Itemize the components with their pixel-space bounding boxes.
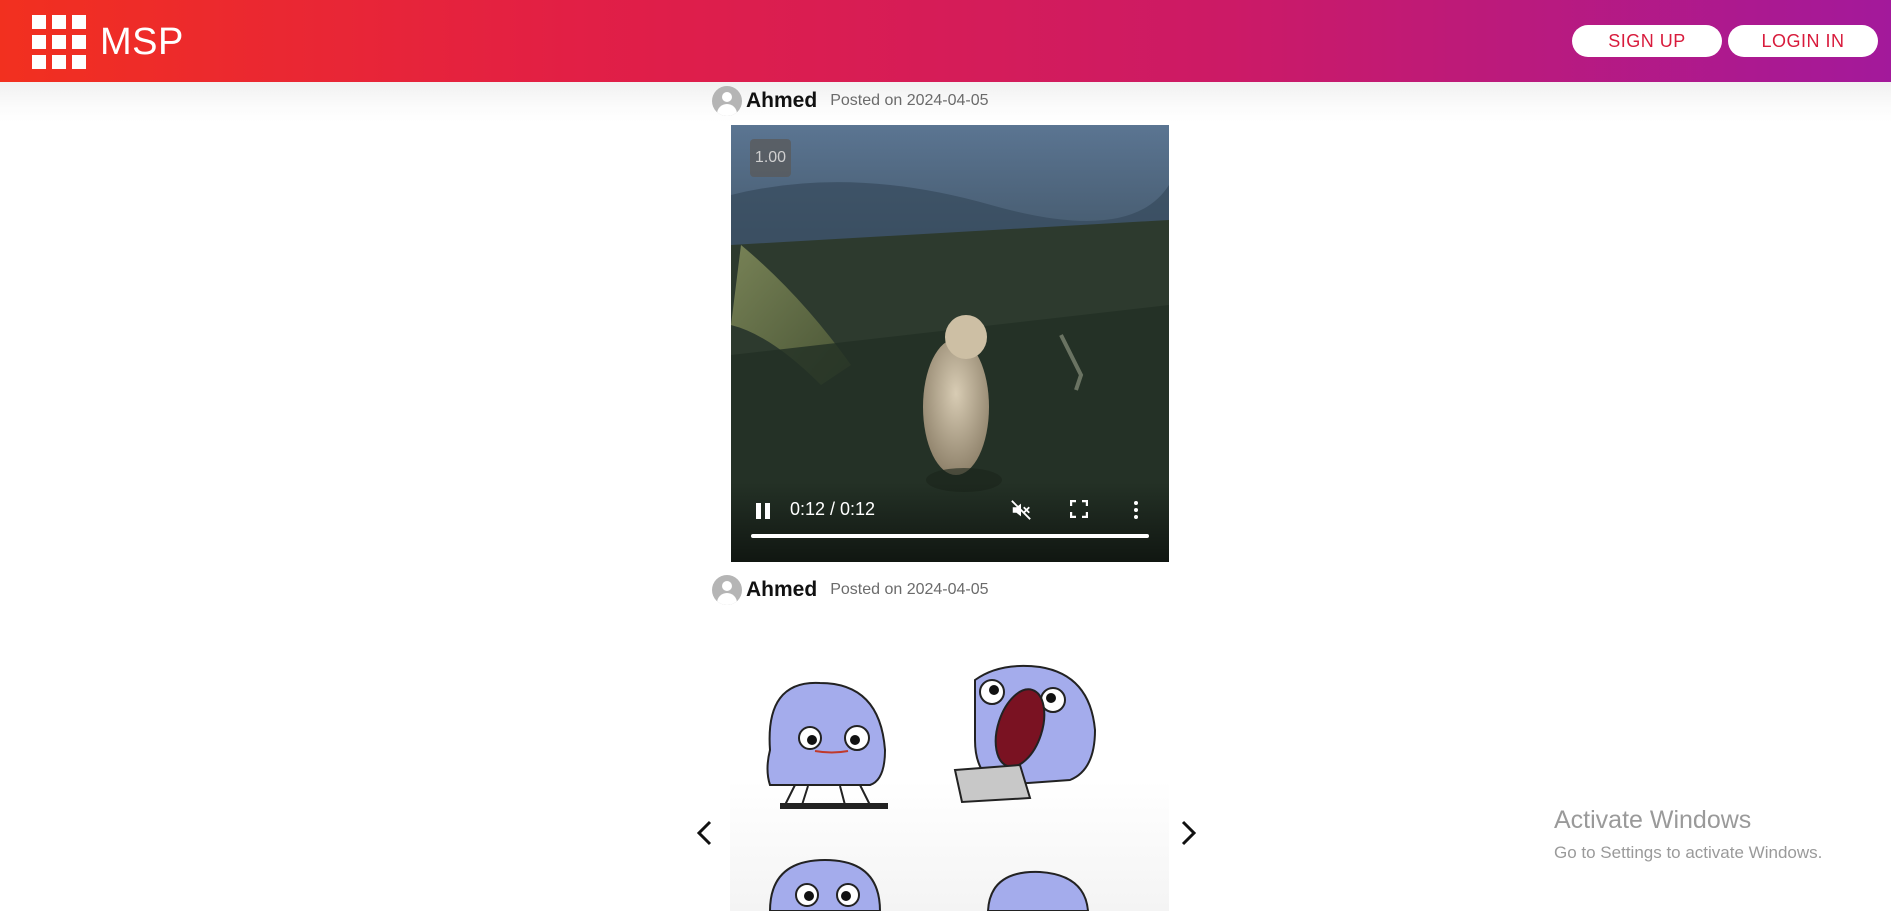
watermark-subtitle: Go to Settings to activate Windows. [1554, 843, 1823, 862]
video-time: 0:12 / 0:12 [790, 499, 876, 519]
chevron-left-icon[interactable] [690, 818, 720, 848]
post-image[interactable] [730, 620, 1169, 911]
chevron-right-icon[interactable] [1173, 818, 1203, 848]
playback-speed-badge[interactable]: 1.00 [750, 139, 791, 177]
fullscreen-icon[interactable] [1069, 499, 1089, 519]
post-author[interactable]: Ahmed [746, 89, 817, 113]
activate-windows-watermark: Activate Windows Go to Settings to activ… [1554, 806, 1822, 863]
login-button[interactable]: LOGIN IN [1728, 25, 1878, 57]
brand-name: MSP [100, 20, 184, 63]
cartoon-illustration [766, 664, 1097, 911]
watermark-title: Activate Windows [1554, 806, 1752, 834]
video-controls: 0:12 / 0:12 [731, 482, 1169, 562]
more-vert-icon[interactable] [1133, 499, 1139, 521]
video-player[interactable]: 1.00 0:12 / 0:12 [731, 125, 1169, 562]
muted-speaker-icon[interactable] [1010, 499, 1032, 526]
post-date: Posted on 2024-04-05 [830, 581, 989, 598]
post-header: Ahmed Posted on 2024-04-05 [712, 86, 989, 116]
post-author[interactable]: Ahmed [746, 578, 817, 602]
video-progress-bar[interactable] [751, 534, 1149, 538]
avatar [712, 86, 742, 116]
grid-logo-icon [32, 15, 86, 69]
post-header: Ahmed Posted on 2024-04-05 [712, 575, 989, 605]
brand-logo[interactable]: MSP [32, 15, 184, 69]
sign-up-button[interactable]: SIGN UP [1572, 25, 1722, 57]
avatar [712, 575, 742, 605]
top-navbar: MSP SIGN UP LOGIN IN [0, 0, 1891, 82]
post-date: Posted on 2024-04-05 [830, 92, 989, 109]
pause-icon[interactable] [755, 503, 771, 519]
